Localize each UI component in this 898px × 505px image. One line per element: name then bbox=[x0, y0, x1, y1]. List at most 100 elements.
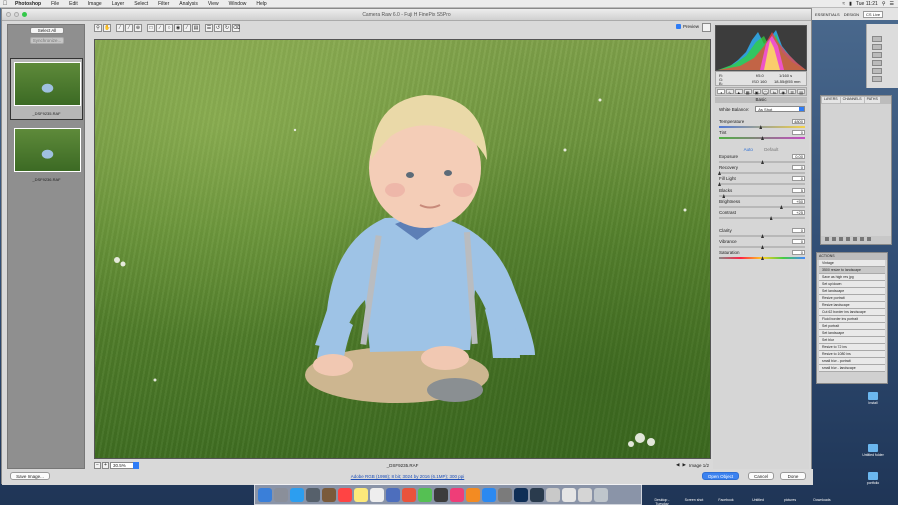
slider-contrast[interactable]: Contrast +25 bbox=[719, 210, 805, 221]
slider-track[interactable] bbox=[719, 126, 805, 128]
menu-photoshop[interactable]: Photoshop bbox=[10, 1, 46, 7]
slider-track[interactable] bbox=[719, 206, 805, 208]
fx-icon[interactable] bbox=[832, 237, 836, 241]
action-item[interactable]: small b/w - landscape bbox=[819, 365, 885, 372]
desktop-item[interactable]: pictures bbox=[776, 488, 804, 505]
cs-live-button[interactable]: CS Live bbox=[863, 10, 884, 18]
menu-clock[interactable]: Tue 11:21 bbox=[856, 1, 878, 7]
fullscreen-icon[interactable] bbox=[702, 23, 711, 32]
action-item[interactable]: Set up/down bbox=[819, 281, 885, 288]
menu-filter[interactable]: Filter bbox=[153, 1, 174, 7]
tab-snapshots-icon[interactable]: ▤ bbox=[797, 89, 806, 95]
notes-icon[interactable] bbox=[354, 487, 368, 502]
slider-value-field[interactable]: 5 bbox=[792, 188, 805, 193]
panel-icon[interactable] bbox=[872, 68, 882, 74]
folder-icon[interactable] bbox=[853, 237, 857, 241]
desktop-item[interactable]: Facebook bbox=[712, 488, 740, 505]
cancel-button[interactable]: Cancel bbox=[748, 472, 774, 480]
desktop-item[interactable]: Untitled bbox=[744, 488, 772, 505]
slider-value-field[interactable]: 0.00 bbox=[792, 154, 805, 159]
menu-select[interactable]: Select bbox=[129, 1, 153, 7]
next-image-icon[interactable]: ▶ bbox=[683, 462, 686, 468]
trash-icon[interactable] bbox=[594, 487, 608, 502]
slider-blacks[interactable]: Blacks 5 bbox=[719, 188, 805, 199]
slider-value-field[interactable]: +50 bbox=[792, 199, 805, 204]
action-item[interactable]: Set blur bbox=[819, 337, 885, 344]
menu-file[interactable]: File bbox=[46, 1, 64, 7]
slider-brightness[interactable]: Brightness +50 bbox=[719, 199, 805, 210]
desktop-icon[interactable]: Install bbox=[860, 392, 886, 405]
workspace-essentials[interactable]: ESSENTIALS bbox=[815, 12, 840, 17]
safari-icon[interactable] bbox=[290, 487, 304, 502]
action-item[interactable]: Set landscape bbox=[819, 330, 885, 337]
itunes-icon[interactable] bbox=[450, 487, 464, 502]
desktop-item[interactable]: Screen shot bbox=[680, 488, 708, 505]
slider-value-field[interactable]: +25 bbox=[792, 210, 805, 215]
desktop-item[interactable]: Downloads bbox=[808, 488, 836, 505]
panel-icon[interactable] bbox=[872, 44, 882, 50]
prev-image-icon[interactable]: ◀ bbox=[676, 462, 679, 468]
menu-layer[interactable]: Layer bbox=[107, 1, 130, 7]
slider-value-field[interactable]: 0 bbox=[792, 228, 805, 233]
maps-icon[interactable] bbox=[386, 487, 400, 502]
slider-track[interactable] bbox=[719, 183, 805, 185]
slider-value-field[interactable]: 0 bbox=[792, 239, 805, 244]
mail-icon[interactable] bbox=[306, 487, 320, 502]
red-eye-icon[interactable]: ◉ bbox=[174, 24, 182, 32]
wifi-icon[interactable]: ≈ bbox=[842, 1, 845, 7]
slider-tint[interactable]: Tint 0 bbox=[719, 130, 805, 141]
calendar-icon[interactable] bbox=[338, 487, 352, 502]
slider-value-field[interactable]: 0 bbox=[792, 165, 805, 170]
trash-icon[interactable] bbox=[867, 237, 871, 241]
tab-detail-icon[interactable]: ▲ bbox=[734, 89, 743, 95]
menu-view[interactable]: View bbox=[203, 1, 224, 7]
preview-icon[interactable] bbox=[546, 487, 560, 502]
slider-recovery[interactable]: Recovery 0 bbox=[718, 165, 805, 176]
downloads-icon[interactable] bbox=[578, 487, 592, 502]
spot-removal-icon[interactable]: ○ bbox=[165, 24, 173, 32]
tab-split-toning-icon[interactable]: ▣ bbox=[752, 89, 761, 95]
spotlight-icon[interactable]: ⚲ bbox=[882, 1, 886, 7]
link-icon[interactable] bbox=[825, 237, 829, 241]
action-item[interactable]: Set landscape bbox=[819, 288, 885, 295]
targeted-adjust-icon[interactable]: ⊕ bbox=[134, 24, 142, 32]
auto-link[interactable]: Auto bbox=[744, 147, 753, 152]
action-item[interactable]: Resize portrait bbox=[819, 295, 885, 302]
photoshop-icon[interactable] bbox=[514, 487, 528, 502]
tab-channels[interactable]: CHANNELS bbox=[840, 97, 864, 103]
slider-value-field[interactable]: 4800 bbox=[792, 119, 805, 124]
tab-paths[interactable]: PATHS bbox=[864, 97, 880, 103]
action-item[interactable]: Save as high res jpg bbox=[819, 274, 885, 281]
preferences-icon[interactable] bbox=[498, 487, 512, 502]
tab-layers[interactable]: LAYERS bbox=[822, 97, 840, 103]
panel-icon[interactable] bbox=[872, 60, 882, 66]
tab-tone-curve-icon[interactable]: ∿ bbox=[725, 89, 734, 95]
app-store-icon[interactable] bbox=[482, 487, 496, 502]
preview-checkbox[interactable] bbox=[675, 24, 681, 29]
zoom-tool-icon[interactable]: ⚲ bbox=[94, 24, 102, 32]
finder-icon[interactable] bbox=[258, 487, 272, 502]
apple-menu-icon[interactable]:  bbox=[0, 1, 10, 7]
menu-image[interactable]: Image bbox=[83, 1, 107, 7]
action-item[interactable]: Set portrait bbox=[819, 323, 885, 330]
ibooks-icon[interactable] bbox=[466, 487, 480, 502]
photos-icon[interactable] bbox=[402, 487, 416, 502]
tab-effects-icon[interactable]: fx bbox=[770, 89, 779, 95]
graduated-filter-icon[interactable]: ▤ bbox=[192, 24, 200, 32]
tab-camera-calibration-icon[interactable]: ◉ bbox=[779, 89, 788, 95]
desktop-item[interactable]: Desktop - Tuesday bbox=[648, 488, 676, 505]
action-item[interactable]: Cut 62 border ins landscape bbox=[819, 309, 885, 316]
synchronize-button[interactable]: Synchronize... bbox=[30, 37, 64, 44]
image-preview[interactable] bbox=[94, 39, 711, 459]
mask-icon[interactable] bbox=[839, 237, 843, 241]
preferences-icon[interactable]: ☰ bbox=[205, 24, 213, 32]
action-item[interactable]: Resize to 1080 ins bbox=[819, 351, 885, 358]
done-button[interactable]: Done bbox=[780, 472, 806, 480]
tab-hsl-icon[interactable]: ▦ bbox=[743, 89, 752, 95]
adjustment-brush-icon[interactable]: ⁄ bbox=[183, 24, 191, 32]
filmstrip-thumb[interactable]: _DSF9236.RAF bbox=[10, 124, 83, 186]
tab-basic-icon[interactable]: ◑ bbox=[717, 89, 725, 95]
filmstrip-thumb[interactable]: _DSF9235.RAF bbox=[10, 58, 83, 120]
bridge-icon[interactable] bbox=[530, 487, 544, 502]
rotate-left-icon[interactable]: ↺ bbox=[214, 24, 222, 32]
